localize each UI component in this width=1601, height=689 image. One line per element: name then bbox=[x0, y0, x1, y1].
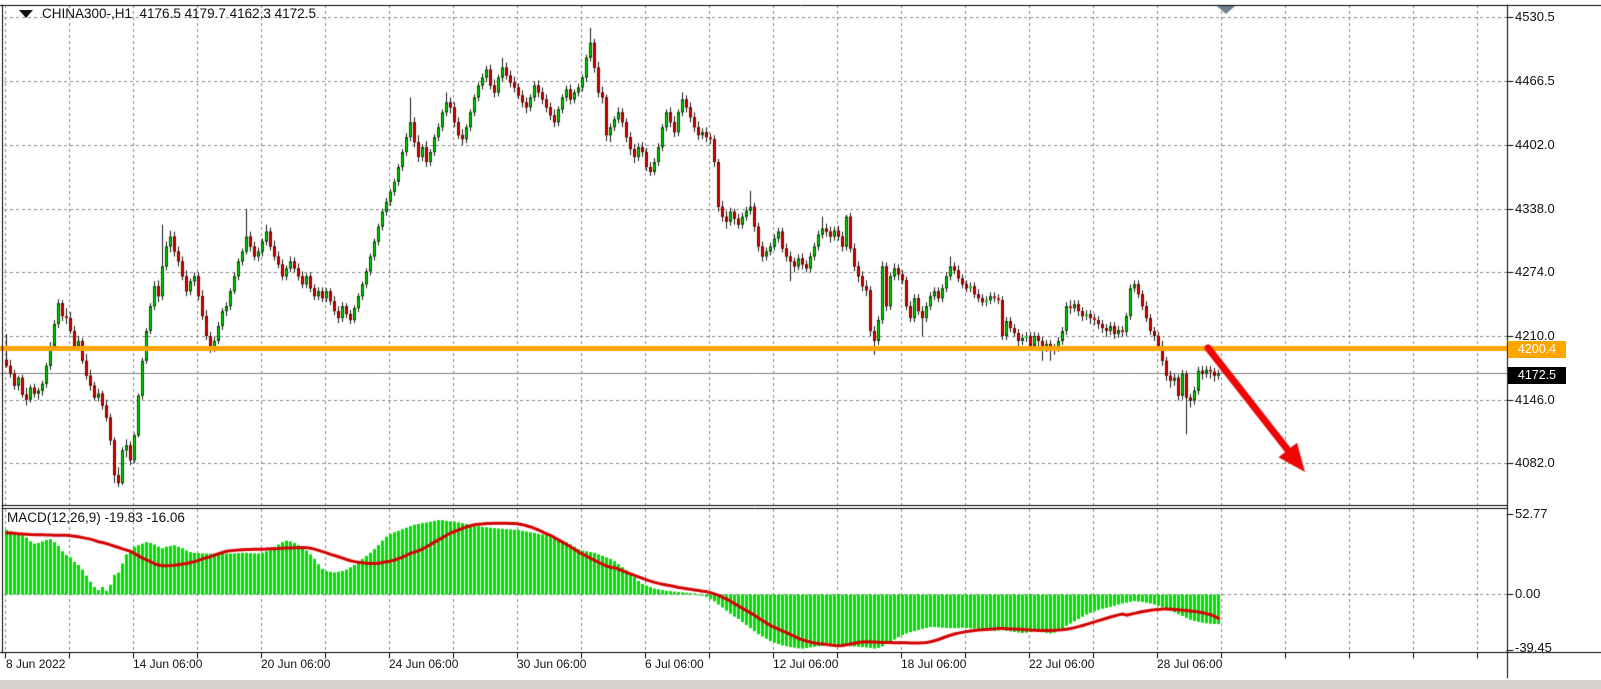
chart-title-bar: CHINA300-,H1 4176.5 4179.7 4162.3 4172.5 bbox=[19, 6, 316, 21]
current-price-badge: 4172.5 bbox=[1508, 367, 1566, 384]
price-axis-label: 4082.0 bbox=[1515, 455, 1555, 470]
time-axis-label: 24 Jun 06:00 bbox=[389, 657, 458, 671]
trading-chart-window: CHINA300-,H1 4176.5 4179.7 4162.3 4172.5… bbox=[0, 0, 1601, 689]
chart-canvas[interactable] bbox=[0, 0, 1601, 689]
chart-dropdown-icon bbox=[19, 10, 33, 18]
price-axis-label: 4338.0 bbox=[1515, 201, 1555, 216]
time-axis-label: 28 Jul 06:00 bbox=[1157, 657, 1222, 671]
hline-price-badge: 4200.4 bbox=[1508, 341, 1566, 358]
price-axis-label: 4530.5 bbox=[1515, 9, 1555, 24]
macd-axis-label: -39.45 bbox=[1515, 640, 1552, 655]
time-axis-label: 22 Jul 06:00 bbox=[1029, 657, 1094, 671]
macd-axis-label: 0.00 bbox=[1515, 586, 1540, 601]
time-axis-label: 8 Jun 2022 bbox=[6, 657, 65, 671]
price-axis-label: 4146.0 bbox=[1515, 392, 1555, 407]
chart-title: CHINA300-,H1 4176.5 4179.7 4162.3 4172.5 bbox=[42, 6, 316, 21]
window-bottom-strip bbox=[0, 680, 1601, 689]
macd-axis-label: 52.77 bbox=[1515, 506, 1548, 521]
time-axis-label: 20 Jun 06:00 bbox=[261, 657, 330, 671]
price-axis-label: 4274.0 bbox=[1515, 264, 1555, 279]
macd-indicator-label: MACD(12,26,9) -19.83 -16.06 bbox=[7, 510, 185, 525]
price-axis-label: 4466.5 bbox=[1515, 73, 1555, 88]
time-axis-label: 14 Jun 06:00 bbox=[133, 657, 202, 671]
price-axis-label: 4402.0 bbox=[1515, 137, 1555, 152]
time-axis-label: 30 Jun 06:00 bbox=[517, 657, 586, 671]
time-axis-label: 18 Jul 06:00 bbox=[901, 657, 966, 671]
time-axis-label: 6 Jul 06:00 bbox=[645, 657, 704, 671]
time-axis-label: 12 Jul 06:00 bbox=[773, 657, 838, 671]
